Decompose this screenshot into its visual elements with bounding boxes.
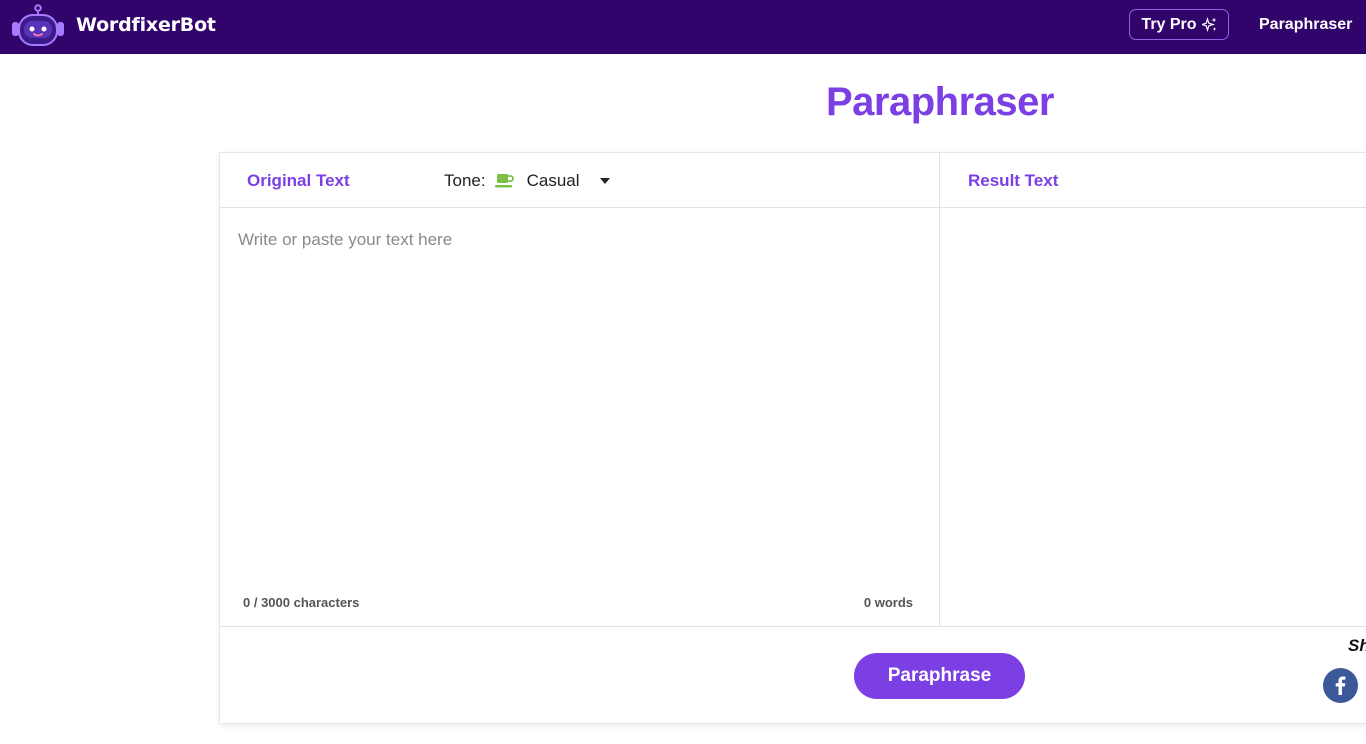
try-pro-button[interactable]: Try Pro [1129,9,1229,40]
paraphrase-button[interactable]: Paraphrase [854,653,1025,699]
panel-divider [939,153,940,626]
sparkle-icon [1201,17,1217,32]
card-header-divider [220,207,1366,208]
try-pro-label: Try Pro [1141,15,1197,33]
tone-label: Tone: [444,171,486,190]
word-count: 0 words [863,595,913,610]
top-navbar: WordfixerBot Try Pro Paraphraser [0,0,1366,54]
facebook-icon [1335,676,1346,695]
robot-logo-icon [12,4,64,46]
result-text-label: Result Text [968,171,1059,190]
nav-link-paraphraser[interactable]: Paraphraser [1259,16,1352,34]
brand[interactable]: WordfixerBot [10,3,216,47]
facebook-share-button[interactable] [1323,668,1358,703]
paraphraser-card: Original Text Tone: Casual Result Text 0… [219,152,1366,724]
brand-name: WordfixerBot [76,14,216,36]
tone-value: Casual [526,171,580,190]
chevron-down-icon [599,178,610,184]
original-text-input[interactable] [238,230,918,590]
page-title: Paraphraser [826,80,1054,124]
tone-dropdown[interactable]: Tone: Casual [444,171,610,191]
card-footer-divider [220,626,1366,627]
character-count: 0 / 3000 characters [243,595,360,610]
original-text-label: Original Text [247,171,350,190]
coffee-cup-icon [494,173,515,189]
share-label: Sh [1348,636,1366,655]
